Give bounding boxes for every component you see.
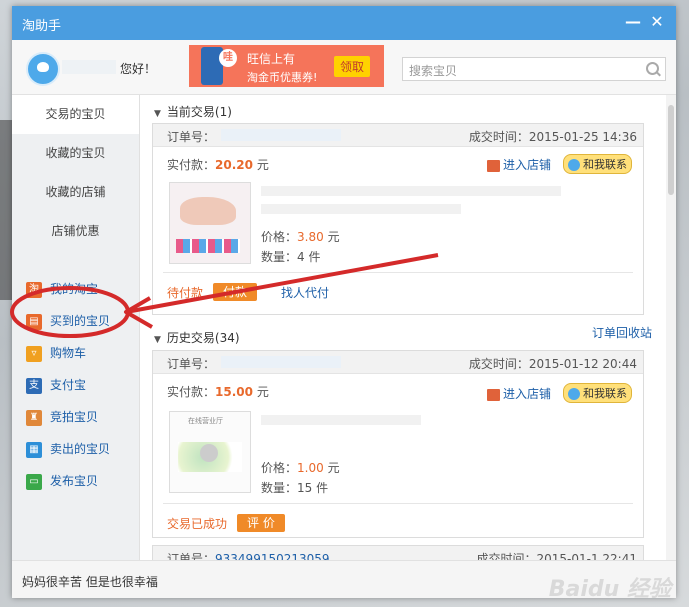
claim-button[interactable]: 领取 [334,56,371,77]
order-card-current: 订单号： 成交时间：2015-01-25 14:36 实付款：20.20 元 进… [152,123,644,315]
sidebar-item-label: 发布宝贝 [50,474,99,488]
hammer-icon: ♜ [26,409,42,426]
shop-icon [487,159,500,172]
tab-shop-coupons[interactable]: 店铺优惠 [12,212,139,251]
promo-banner[interactable]: 哇 旺信上有 淘金币优惠券! 领取 [189,45,384,87]
product-subtitle-redacted [261,204,461,214]
scrollbar[interactable] [666,95,676,560]
chat-icon [568,159,580,171]
paid-amount: 实付款：15.00 元 [167,385,269,399]
contact-button[interactable]: 和我联系 [563,383,632,403]
enter-shop-link[interactable]: 进入店铺 [487,385,551,402]
order-status: 交易已成功 [167,517,228,531]
username-redacted [62,60,116,74]
promo-line-2: 淘金币优惠券! [247,71,318,84]
divider [163,503,633,504]
contact-button[interactable]: 和我联系 [563,154,632,174]
window-title: 淘助手 [22,19,62,34]
main-content: 当前交易(1) 订单号： 成交时间：2015-01-25 14:36 实付款：2… [140,95,676,560]
signature[interactable]: 妈妈很辛苦 但是也很幸福 [22,573,158,590]
sidebar-item-alipay[interactable]: 支支付宝 [26,375,86,395]
proxy-pay-link[interactable]: 找人代付 [281,284,329,301]
order-recycle-bin-link[interactable]: 订单回收站 [592,324,652,341]
promo-bubble-icon: 哇 [219,49,237,67]
search-icon[interactable] [646,62,659,75]
sidebar-item-label: 我的淘宝 [50,282,99,296]
current-trades-header[interactable]: 当前交易(1) [154,103,232,120]
order-time: 成交时间：2015-01-1 22:41 [476,552,637,560]
sidebar-item-label: 买到的宝贝 [50,314,111,328]
sidebar-item-sold-items[interactable]: ▦ 卖出的宝贝 [26,439,110,459]
divider [163,272,633,273]
tab-favorite-shops[interactable]: 收藏的店铺 [12,173,139,212]
order-number-label: 订单号： [167,357,216,371]
sidebar-item-publish[interactable]: ▭ 发布宝贝 [26,471,98,491]
alipay-icon: 支 [26,377,42,394]
cart-icon: ▿ [26,345,42,362]
item-quantity: 数量：15 件 [261,481,329,495]
background-decoration [0,120,12,300]
item-quantity: 数量：4 件 [261,250,321,264]
product-title-redacted [261,186,561,196]
order-number-redacted [221,129,341,141]
item-price: 价格：3.80 元 [261,230,340,244]
greeting: 您好！ [120,62,157,76]
sidebar-item-label: 支付宝 [50,378,87,392]
search-box[interactable]: 搜索宝贝 [402,57,666,81]
pay-button[interactable]: 付款 [213,283,258,301]
publish-icon: ▭ [26,473,42,490]
order-time: 成交时间：2015-01-12 20:44 [468,357,637,371]
item-price: 价格：1.00 元 [261,461,340,475]
avatar[interactable] [26,52,60,86]
minimize-button[interactable]: — [624,12,642,31]
top-bar: 您好！ 哇 旺信上有 淘金币优惠券! 领取 搜索宝贝 [12,40,676,95]
search-input[interactable]: 搜索宝贝 [409,62,457,79]
gift-icon: ▤ [26,313,42,330]
order-header: 订单号： 成交时间：2015-01-25 14:36 [153,124,643,147]
footer-bar: 妈妈很辛苦 但是也很幸福 [12,560,676,598]
sidebar-item-label: 购物车 [50,346,87,360]
product-title-redacted [261,415,421,425]
product-thumbnail[interactable]: 在线营业厅 [169,411,251,493]
order-time: 成交时间：2015-01-25 14:36 [468,130,637,144]
close-button[interactable]: ✕ [648,12,666,31]
rate-button[interactable]: 评 价 [237,514,285,532]
thumbnail-caption: 在线营业厅 [188,417,223,425]
sidebar-item-label: 卖出的宝贝 [50,442,111,456]
order-number-redacted [221,356,341,368]
product-thumbnail[interactable] [169,182,251,264]
order-number-label: 订单号：933499150213059 [167,550,330,560]
scrollbar-thumb[interactable] [668,105,674,195]
sidebar-item-auction[interactable]: ♜ 竞拍宝贝 [26,407,98,427]
app-window: 淘助手 — ✕ 您好！ 哇 旺信上有 淘金币优惠券! 领取 搜索宝贝 交易的宝贝… [12,6,676,598]
enter-shop-link[interactable]: 进入店铺 [487,156,551,173]
order-header: 订单号： 成交时间：2015-01-12 20:44 [153,351,643,374]
order-card-next: 订单号：933499150213059 成交时间：2015-01-1 22:41 [152,545,644,560]
tab-traded-items[interactable]: 交易的宝贝 [12,95,139,134]
sold-icon: ▦ [26,441,42,458]
history-trades-header[interactable]: 历史交易(34) [154,329,240,346]
shop-icon [487,388,500,401]
order-card-history: 订单号： 成交时间：2015-01-12 20:44 实付款：15.00 元 进… [152,350,644,538]
sidebar-item-bought-items[interactable]: ▤ 买到的宝贝 [26,311,110,331]
title-bar: 淘助手 — ✕ [12,6,676,40]
chat-icon [568,388,580,400]
sidebar-item-my-taobao[interactable]: 淘我的淘宝 [26,279,98,299]
tab-favorite-items[interactable]: 收藏的宝贝 [12,134,139,173]
sidebar-item-label: 竞拍宝贝 [50,410,99,424]
order-status: 待付款 [167,286,204,300]
taobao-icon: 淘 [26,281,42,298]
sidebar: 交易的宝贝 收藏的宝贝 收藏的店铺 店铺优惠 淘我的淘宝 ▤ 买到的宝贝 ▿ 购物车… [12,95,140,560]
promo-line-1: 旺信上有 [247,52,296,66]
order-number[interactable]: 933499150213059 [215,552,330,560]
order-header: 订单号：933499150213059 成交时间：2015-01-1 22:41 [153,546,643,560]
sidebar-item-cart[interactable]: ▿ 购物车 [26,343,86,363]
paid-amount: 实付款：20.20 元 [167,158,269,172]
order-number-label: 订单号： [167,130,216,144]
